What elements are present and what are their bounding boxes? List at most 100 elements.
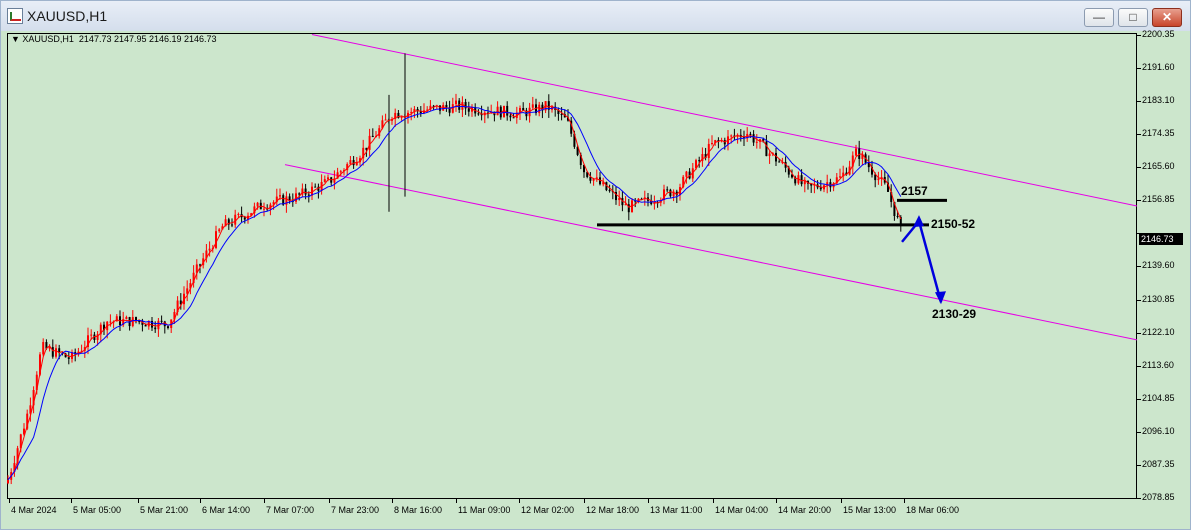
candle-body <box>42 342 45 355</box>
price-tick <box>1137 35 1141 36</box>
candle-body <box>298 193 301 195</box>
candle-body <box>538 104 541 114</box>
candle-body <box>314 186 317 188</box>
candle-body <box>698 160 701 162</box>
candle-body <box>512 117 515 119</box>
candle-body <box>896 216 899 218</box>
time-tick <box>904 499 905 503</box>
candle-body <box>279 195 281 197</box>
candle-body <box>144 324 147 327</box>
time-tick <box>713 499 714 503</box>
price-label: 2122.10 <box>1142 326 1175 337</box>
time-tick <box>841 499 842 503</box>
time-label: 7 Mar 23:00 <box>331 505 380 515</box>
candle-body <box>819 187 822 190</box>
time-label: 14 Mar 20:00 <box>778 505 832 515</box>
window-title: XAUUSD,H1 <box>27 8 108 24</box>
price-plot[interactable] <box>7 33 1137 499</box>
channel-lower-line <box>284 164 1137 341</box>
price-label: 2156.85 <box>1142 194 1175 205</box>
candle-body <box>509 115 512 118</box>
candle-body <box>167 326 169 329</box>
chart-area[interactable]: ▼ XAUUSD,H1 2147.73 2147.95 2146.19 2146… <box>1 29 1190 529</box>
time-tick <box>329 499 330 503</box>
price-tick <box>1137 68 1141 70</box>
projection-arrowhead-down <box>935 291 946 305</box>
candle-body <box>109 321 112 323</box>
candle-body <box>243 217 246 220</box>
price-tick <box>1137 431 1141 433</box>
candle-body <box>237 213 240 215</box>
candle-body <box>442 104 445 111</box>
candle-body <box>464 102 467 109</box>
price-tick <box>1137 200 1141 202</box>
time-label: 11 Mar 09:00 <box>458 505 511 515</box>
time-label: 5 Mar 21:00 <box>140 505 189 515</box>
candle-body <box>231 224 233 226</box>
chart-window: XAUUSD,H1 — □ ✕ ▼ XAUUSD,H1 2147.73 2147… <box>0 0 1191 530</box>
candle-body <box>531 104 534 108</box>
candle-body <box>384 119 387 121</box>
projection-path <box>901 218 943 303</box>
minimize-button[interactable]: — <box>1084 8 1114 27</box>
price-tick <box>1137 497 1141 499</box>
candle-body <box>323 179 326 182</box>
candle-body <box>506 105 509 116</box>
candle-body <box>749 133 752 135</box>
candle-body <box>730 135 733 137</box>
candle-body <box>131 317 134 327</box>
price-label: 2087.35 <box>1142 458 1175 469</box>
candle-body <box>199 264 201 266</box>
candle-body <box>215 231 217 248</box>
price-tick <box>1137 464 1141 466</box>
price-label: 2174.35 <box>1142 128 1175 139</box>
time-label: 7 Mar 07:00 <box>266 505 315 515</box>
candle-body <box>304 188 307 195</box>
time-label: 12 Mar 02:00 <box>521 505 575 515</box>
title-bar[interactable]: XAUUSD,H1 — □ ✕ <box>1 1 1190 32</box>
price-tick <box>1137 266 1141 268</box>
candle-body <box>778 161 781 163</box>
time-tick <box>71 499 72 503</box>
candle-body <box>803 181 806 185</box>
candle-body <box>839 176 841 178</box>
time-tick <box>9 499 10 503</box>
price-tick <box>1137 398 1141 400</box>
annotation-2157: 2157 <box>901 184 928 198</box>
candle-body <box>208 248 211 251</box>
candle-body <box>67 357 70 359</box>
candle-body <box>218 229 221 232</box>
price-label: 2104.85 <box>1142 392 1175 403</box>
candle-body <box>154 327 157 330</box>
candle-body <box>685 171 688 177</box>
candle-body <box>55 348 57 357</box>
candle-body <box>595 177 598 179</box>
time-label: 15 Mar 13:00 <box>843 505 897 515</box>
maximize-button[interactable]: □ <box>1118 8 1148 27</box>
candle-body <box>455 100 457 105</box>
price-tick <box>1137 233 1141 235</box>
time-tick <box>456 499 457 503</box>
time-label: 18 Mar 06:00 <box>906 505 960 515</box>
price-tick <box>1137 134 1141 136</box>
close-button[interactable]: ✕ <box>1152 8 1182 27</box>
candle-body <box>752 134 755 143</box>
candle-body <box>800 175 803 185</box>
price-label: 2096.10 <box>1142 425 1175 436</box>
time-tick <box>138 499 139 503</box>
candle-body <box>503 105 505 118</box>
time-tick <box>776 499 777 503</box>
chart-app-icon <box>7 8 23 24</box>
price-tick <box>1137 167 1141 169</box>
price-tick <box>1137 299 1141 301</box>
annotation-2130-29: 2130-29 <box>932 307 977 321</box>
price-tick <box>1137 332 1141 334</box>
candle-body <box>7 479 9 484</box>
price-label: 2191.60 <box>1142 62 1175 73</box>
time-tick <box>648 499 649 503</box>
candle-body <box>439 105 441 111</box>
price-label: 2183.10 <box>1142 95 1175 106</box>
current-price-label: 2146.73 <box>1139 233 1183 245</box>
candle-body <box>855 148 857 156</box>
candle-body <box>90 334 93 336</box>
